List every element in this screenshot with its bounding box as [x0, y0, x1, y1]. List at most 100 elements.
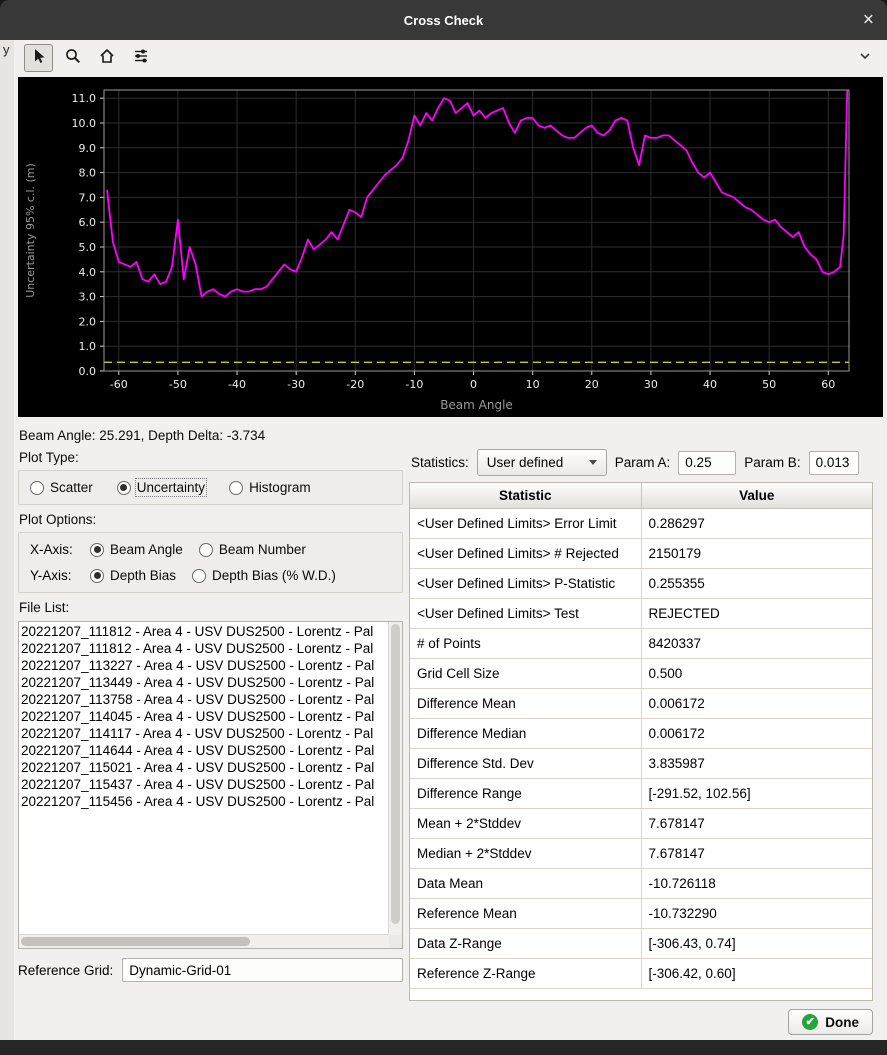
stat-value-cell: 0.500 — [642, 659, 873, 688]
stat-value-cell: [-306.42, 0.60] — [642, 959, 873, 988]
table-header-value[interactable]: Value — [642, 483, 873, 508]
magnifier-icon — [64, 47, 82, 70]
file-list-items: 20221207_111812 - Area 4 - USV DUS2500 -… — [21, 623, 388, 934]
file-list-item[interactable]: 20221207_114644 - Area 4 - USV DUS2500 -… — [21, 742, 388, 759]
screen: y Cross Check × — [0, 0, 887, 1055]
file-list-item[interactable]: 20221207_113758 - Area 4 - USV DUS2500 -… — [21, 691, 388, 708]
file-list-item[interactable]: 20221207_115456 - Area 4 - USV DUS2500 -… — [21, 793, 388, 810]
svg-text:40: 40 — [703, 378, 717, 391]
table-row[interactable]: Data Mean-10.726118 — [410, 869, 872, 899]
table-row[interactable]: Reference Mean-10.732290 — [410, 899, 872, 929]
table-row[interactable]: Difference Std. Dev3.835987 — [410, 749, 872, 779]
cross-check-dialog: -60-50-40-30-20-1001020304050600.01.02.0… — [14, 40, 887, 1040]
stat-name-cell: Reference Z-Range — [410, 959, 642, 988]
file-list-vertical-scrollbar[interactable] — [388, 622, 402, 935]
x-axis-label: X-Axis: — [30, 542, 74, 557]
dialog-footer: ✔ Done — [409, 1009, 873, 1035]
zoom-tool-button[interactable] — [58, 44, 87, 72]
svg-text:-40: -40 — [228, 378, 246, 391]
table-row[interactable]: Grid Cell Size0.500 — [410, 659, 872, 689]
table-row[interactable]: <User Defined Limits> # Rejected2150179 — [410, 539, 872, 569]
svg-text:-60: -60 — [110, 378, 128, 391]
close-button[interactable]: × — [863, 11, 874, 30]
table-row[interactable]: <User Defined Limits> TestREJECTED — [410, 599, 872, 629]
stat-name-cell: <User Defined Limits> Error Limit — [410, 509, 642, 538]
plot-type-group: Scatter Uncertainty Histogram — [18, 470, 403, 505]
vertical-scrollbar-thumb[interactable] — [391, 624, 400, 924]
toolbar-expand-button[interactable] — [853, 46, 877, 70]
file-list-item[interactable]: 20221207_114117 - Area 4 - USV DUS2500 -… — [21, 725, 388, 742]
file-list-label: File List: — [19, 600, 403, 615]
stat-value-cell: [-306.43, 0.74] — [642, 929, 873, 958]
customize-tool-button[interactable] — [126, 44, 155, 72]
stat-value-cell: 0.006172 — [642, 719, 873, 748]
table-row[interactable]: Difference Mean0.006172 — [410, 689, 872, 719]
background-bottom-strip — [0, 1040, 887, 1055]
param-b-input[interactable]: 0.013 — [809, 451, 859, 475]
table-row[interactable]: Data Z-Range[-306.43, 0.74] — [410, 929, 872, 959]
table-row[interactable]: Difference Range[-291.52, 102.56] — [410, 779, 872, 809]
statistics-combo[interactable]: User defined — [477, 449, 607, 476]
table-row[interactable]: Difference Median0.006172 — [410, 719, 872, 749]
reference-grid-input[interactable]: Dynamic-Grid-01 — [122, 958, 403, 982]
file-list[interactable]: 20221207_111812 - Area 4 - USV DUS2500 -… — [18, 621, 403, 949]
file-list-item[interactable]: 20221207_115021 - Area 4 - USV DUS2500 -… — [21, 759, 388, 776]
window-titlebar[interactable]: Cross Check × — [0, 0, 887, 40]
svg-text:Uncertainty 95% c.l. (m): Uncertainty 95% c.l. (m) — [24, 163, 37, 298]
radio-button-icon — [229, 481, 243, 495]
home-tool-button[interactable] — [92, 44, 121, 72]
table-header-statistic[interactable]: Statistic — [410, 483, 642, 508]
table-row[interactable]: # of Points8420337 — [410, 629, 872, 659]
statistics-combo-value: User defined — [487, 455, 564, 470]
svg-text:30: 30 — [644, 378, 658, 391]
table-row[interactable]: <User Defined Limits> Error Limit0.28629… — [410, 509, 872, 539]
svg-text:-30: -30 — [287, 378, 305, 391]
svg-text:9.0: 9.0 — [79, 142, 97, 155]
radio-uncertainty[interactable]: Uncertainty — [117, 480, 205, 495]
pointer-tool-button[interactable] — [24, 44, 53, 72]
stat-name-cell: Grid Cell Size — [410, 659, 642, 688]
sliders-icon — [132, 47, 150, 70]
radio-button-icon — [30, 481, 44, 495]
table-body: <User Defined Limits> Error Limit0.28629… — [410, 509, 872, 989]
svg-text:3.0: 3.0 — [79, 291, 97, 304]
stat-name-cell: Reference Mean — [410, 899, 642, 928]
radio-depth-bias[interactable]: Depth Bias — [90, 568, 176, 583]
svg-text:4.0: 4.0 — [79, 266, 97, 279]
radio-uncertainty-label: Uncertainty — [137, 480, 205, 495]
stat-value-cell: REJECTED — [642, 599, 873, 628]
stat-name-cell: Data Mean — [410, 869, 642, 898]
check-circle-icon: ✔ — [802, 1014, 818, 1030]
done-button[interactable]: ✔ Done — [788, 1009, 873, 1035]
stat-name-cell: Difference Mean — [410, 689, 642, 718]
table-row[interactable]: <User Defined Limits> P-Statistic0.25535… — [410, 569, 872, 599]
file-list-item[interactable]: 20221207_113227 - Area 4 - USV DUS2500 -… — [21, 657, 388, 674]
svg-text:7.0: 7.0 — [79, 191, 97, 204]
radio-beam-angle[interactable]: Beam Angle — [90, 542, 183, 557]
window-title: Cross Check — [404, 13, 483, 28]
radio-depth-bias-pct[interactable]: Depth Bias (% W.D.) — [192, 568, 336, 583]
statistics-label: Statistics: — [411, 455, 469, 470]
file-list-item[interactable]: 20221207_114045 - Area 4 - USV DUS2500 -… — [21, 708, 388, 725]
param-a-input[interactable]: 0.25 — [678, 451, 736, 475]
combo-caret-icon — [589, 460, 597, 465]
stat-value-cell: 0.286297 — [642, 509, 873, 538]
radio-beam-number[interactable]: Beam Number — [199, 542, 306, 557]
radio-scatter[interactable]: Scatter — [30, 480, 93, 495]
file-list-item[interactable]: 20221207_113449 - Area 4 - USV DUS2500 -… — [21, 674, 388, 691]
file-list-horizontal-scrollbar[interactable] — [19, 934, 389, 948]
table-row[interactable]: Reference Z-Range[-306.42, 0.60] — [410, 959, 872, 989]
file-list-item[interactable]: 20221207_111812 - Area 4 - USV DUS2500 -… — [21, 623, 388, 640]
cursor-readout: Beam Angle: 25.291, Depth Delta: -3.734 — [14, 417, 887, 443]
svg-text:-10: -10 — [405, 378, 423, 391]
radio-beam-angle-label: Beam Angle — [110, 542, 183, 557]
horizontal-scrollbar-thumb[interactable] — [21, 937, 250, 946]
radio-histogram[interactable]: Histogram — [229, 480, 311, 495]
file-list-item[interactable]: 20221207_115437 - Area 4 - USV DUS2500 -… — [21, 776, 388, 793]
stat-value-cell: 2150179 — [642, 539, 873, 568]
x-axis-option-row: X-Axis: Beam Angle Beam Number — [30, 542, 391, 557]
table-row[interactable]: Mean + 2*Stddev7.678147 — [410, 809, 872, 839]
file-list-item[interactable]: 20221207_111812 - Area 4 - USV DUS2500 -… — [21, 640, 388, 657]
uncertainty-plot-canvas[interactable]: -60-50-40-30-20-1001020304050600.01.02.0… — [18, 77, 883, 417]
table-row[interactable]: Median + 2*Stddev7.678147 — [410, 839, 872, 869]
